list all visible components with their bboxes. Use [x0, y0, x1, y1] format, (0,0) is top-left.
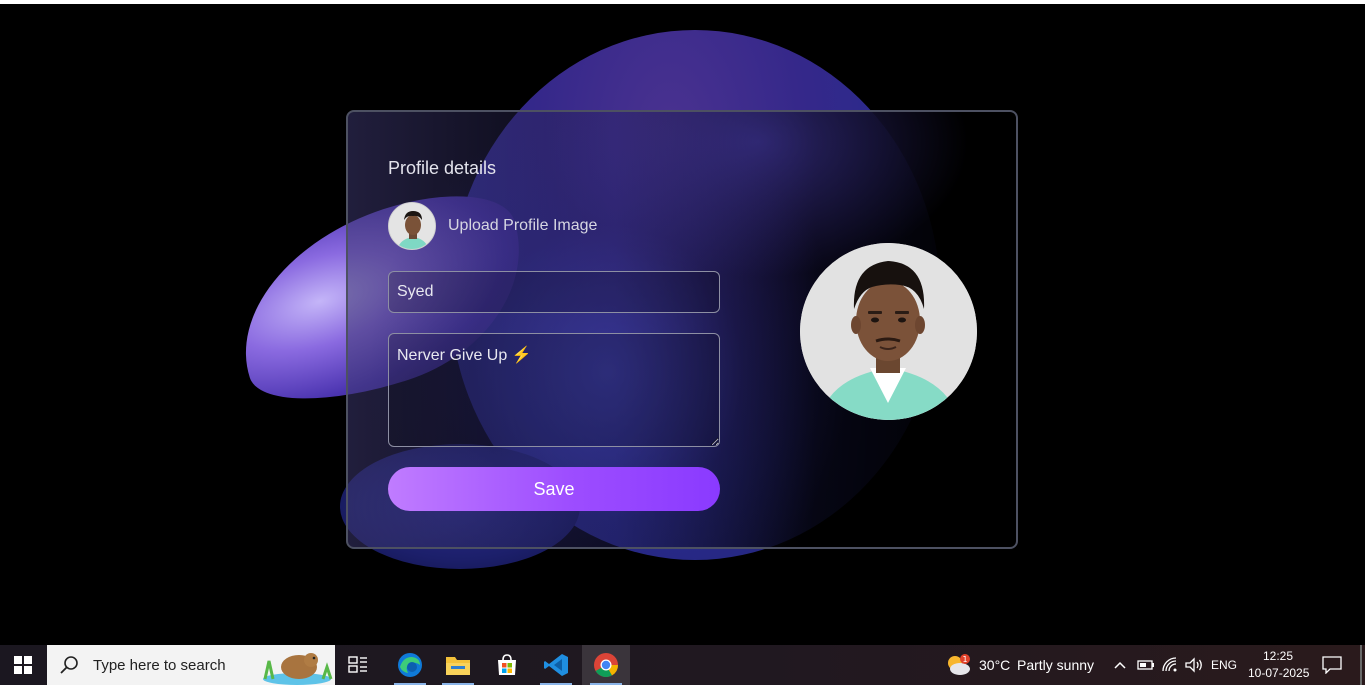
search-placeholder: Type here to search: [93, 656, 226, 674]
notifications-button[interactable]: [1322, 656, 1342, 678]
battery-icon: [1137, 660, 1154, 670]
weather-condition: Partly sunny: [1017, 657, 1095, 673]
weather-temperature: 30°C: [979, 657, 1011, 673]
search-icon: [60, 656, 78, 674]
clock-time[interactable]: 12:25: [1263, 649, 1293, 663]
avatar: [388, 202, 436, 250]
svg-text:1: 1: [962, 655, 967, 664]
name-field[interactable]: [388, 271, 720, 313]
bio-field[interactable]: Nerver Give Up ⚡: [388, 333, 720, 447]
edge-icon: [398, 653, 422, 677]
show-desktop-button[interactable]: [1360, 645, 1362, 685]
chrome-icon: [594, 653, 618, 678]
weather-icon[interactable]: 1: [945, 653, 971, 677]
battery-button[interactable]: [1137, 657, 1155, 677]
search-highlight-icon: [263, 653, 333, 685]
task-view-button[interactable]: [334, 645, 382, 685]
taskbar-search-input[interactable]: Type here to search: [47, 645, 335, 685]
edge-button[interactable]: [386, 645, 434, 685]
file-explorer-icon: [446, 657, 470, 675]
file-explorer-button[interactable]: [434, 645, 482, 685]
vscode-button[interactable]: [532, 645, 580, 685]
wifi-icon: [1162, 657, 1177, 672]
language-indicator[interactable]: ENG: [1211, 658, 1237, 672]
upload-profile-image-button[interactable]: Upload Profile Image: [388, 202, 597, 250]
start-button[interactable]: [0, 645, 46, 685]
network-button[interactable]: [1161, 656, 1179, 678]
vscode-icon: [544, 654, 568, 676]
profile-photo-preview: [800, 243, 977, 420]
save-button[interactable]: Save: [388, 467, 720, 511]
task-view-icon: [348, 656, 367, 673]
windows-icon: [14, 656, 32, 674]
upload-label: Upload Profile Image: [448, 217, 598, 234]
profile-card: Profile details Upload Profile Image Ner…: [346, 110, 1018, 549]
show-hidden-icons-button[interactable]: [1112, 657, 1128, 677]
page-title: Profile details: [388, 158, 497, 178]
page-background: Profile details Upload Profile Image Ner…: [0, 4, 1365, 645]
clock-date[interactable]: 10-07-2025: [1248, 666, 1309, 680]
notification-icon: [1322, 656, 1342, 675]
microsoft-store-icon: [498, 654, 516, 675]
chrome-button[interactable]: [582, 645, 630, 685]
microsoft-store-button[interactable]: [483, 645, 531, 685]
chevron-up-icon: [1114, 661, 1126, 669]
volume-button[interactable]: [1184, 656, 1204, 678]
taskbar: Type here to search 1 30°C Partly sunny …: [0, 645, 1365, 685]
volume-icon: [1185, 657, 1202, 673]
